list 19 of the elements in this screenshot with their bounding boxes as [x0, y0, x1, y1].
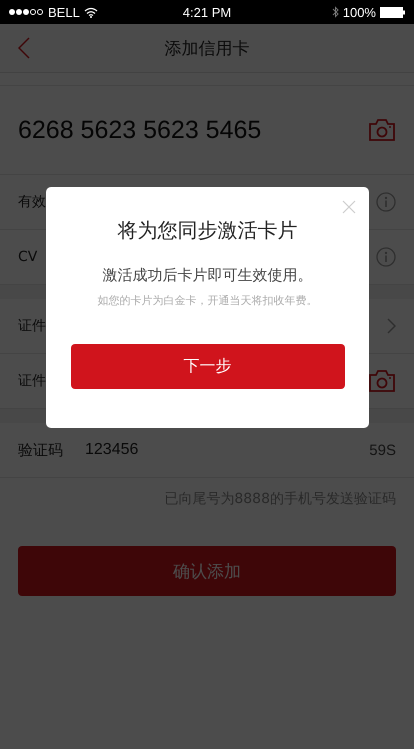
field-label: CV — [18, 249, 38, 265]
field-label: 有效 — [18, 193, 46, 211]
dialog-message: 激活成功后卡片即可生效使用。 — [102, 266, 312, 285]
close-icon[interactable] — [342, 200, 356, 214]
dialog-title: 将为您同步激活卡片 — [118, 217, 298, 244]
next-step-button[interactable]: 下一步 — [70, 344, 344, 389]
signal-icon — [8, 8, 44, 16]
status-time: 4:21 PM — [182, 4, 232, 20]
dialog-note: 如您的卡片为白金卡，开通当天将扣收年费。 — [98, 293, 318, 308]
page-title: 添加信用卡 — [164, 38, 250, 60]
field-label: 证件 — [18, 317, 46, 335]
battery-icon — [380, 6, 406, 18]
battery-percent: 100% — [342, 4, 376, 20]
field-label: 证件 — [18, 372, 46, 390]
bluetooth-icon — [332, 6, 339, 18]
wifi-icon — [84, 6, 98, 18]
carrier-name: BELL — [48, 4, 80, 20]
field-label: 验证码 — [18, 440, 63, 460]
countdown-timer: 59S — [369, 442, 396, 458]
